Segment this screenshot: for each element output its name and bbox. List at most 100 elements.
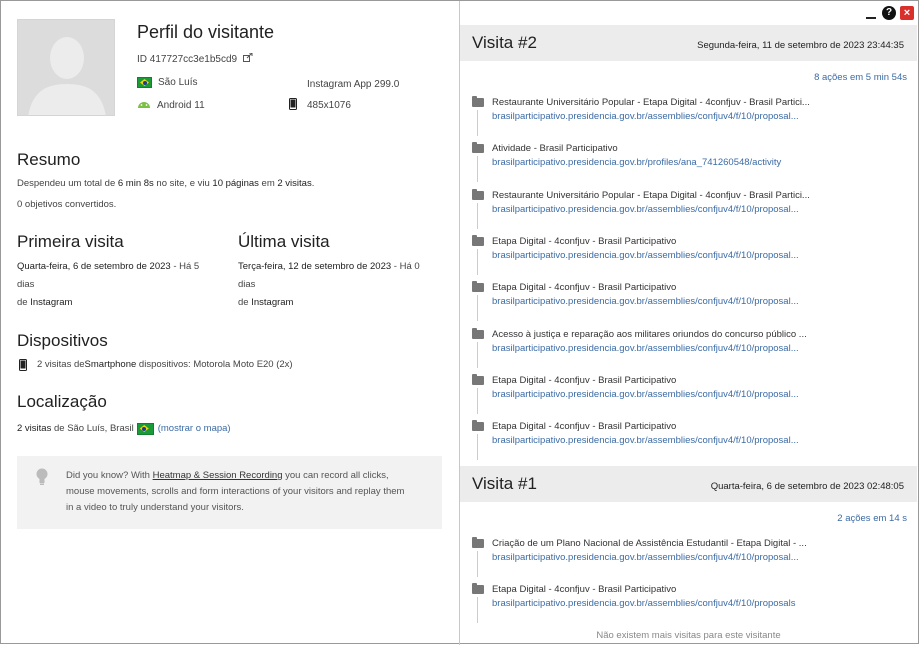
summary-end: . [311,178,315,189]
summary-pre: Despendeu um total de [17,178,118,189]
action-title: Etapa Digital - 4confjuv - Brasil Partic… [492,584,677,596]
visit-date: Segunda-feira, 11 de setembro de 2023 23… [697,40,904,51]
action-url[interactable]: brasilparticipativo.presidencia.gov.br/a… [492,250,799,261]
folder-icon [472,142,484,154]
devices-mid: dispositivos: [136,359,194,370]
folder-icon [472,327,484,339]
visit-actions-summary[interactable]: 8 ações em 5 min 54s [814,72,907,83]
visit-header: Visita #2 Segunda-feira, 11 de setembro d… [460,25,917,61]
avatar [17,19,115,116]
action-connector [477,202,478,229]
did-you-know-tip: Did you know? With Heatmap & Session Rec… [17,456,442,529]
person-silhouette-icon [18,20,114,115]
folder-icon [472,188,484,200]
folder-icon [472,281,484,293]
visitor-id-text: ID 417727cc3e1b5cd9 [137,54,238,65]
minimize-button[interactable] [864,6,878,20]
action-title: Criação de um Plano Nacional de Assistên… [492,538,807,549]
os-info: Android 11 [137,99,205,112]
action-title: Restaurante Universitário Popular - Etap… [492,189,810,201]
lightbulb-icon [36,468,48,491]
action-title: Etapa Digital - 4confjuv - Brasil Partic… [492,374,677,386]
action-url[interactable]: brasilparticipativo.presidencia.gov.br/a… [492,296,799,307]
visitor-id: ID 417727cc3e1b5cd9 [137,52,253,65]
close-button[interactable]: × [900,6,914,20]
visits-panel: Visita #2 Segunda-feira, 11 de setembro d… [460,1,919,645]
no-more-visits-text: Não existem mais visitas para este visit… [596,630,781,641]
smartphone-icon [289,98,297,113]
devices-model: Motorola Moto E20 (2x) [193,359,293,370]
heatmap-session-recording-link[interactable]: Heatmap & Session Recording [153,470,283,481]
summary-mid: no site, e viu [153,178,213,189]
action-connector [477,597,478,624]
location-info: São Luís [137,77,197,88]
tip-pre: Did you know? With [66,470,153,481]
first-visit-ago: - Há 5 [170,261,200,272]
profile-panel: Perfil do visitante ID 417727cc3e1b5cd9 … [1,1,460,645]
browser-info: Instagram App 299.0 [307,79,399,90]
city-label: São Luís [158,77,198,88]
summary-heading: Resumo [17,150,81,169]
action-url[interactable]: brasilparticipativo.presidencia.gov.br/a… [492,552,799,563]
resolution-info: 485x1076 [289,98,351,113]
summary-mid2: em [258,178,278,189]
action-title: Atividade - Brasil Participativo [492,143,618,155]
location-count: 2 visitas [17,423,52,434]
brazil-flag-icon [136,423,154,435]
last-visit-ago: - Há 0 [391,261,420,272]
folder-icon [472,583,484,595]
last-visit-date: Terça-feira, 12 de setembro de 2023 - Há… [238,258,448,294]
action-url[interactable]: brasilparticipativo.presidencia.gov.br/a… [492,343,799,354]
action-connector [477,434,478,461]
visit-title: Visita #1 [472,474,537,493]
first-visit-ago-unit: dias [17,279,35,290]
devices-text: 2 visitas de Smartphone dispositivos: Mo… [19,356,293,374]
location-place: São Luís, Brasil [67,423,134,434]
goals-text: 0 objetivos convertidos. [17,199,117,210]
first-visit-date-text: Quarta-feira, 6 de setembro de 2023 [17,261,171,272]
devices-count: 2 visitas de [37,359,85,370]
folder-icon [472,537,484,548]
action-url[interactable]: brasilparticipativo.presidencia.gov.br/a… [492,111,799,122]
action-url[interactable]: brasilparticipativo.presidencia.gov.br/a… [492,389,799,400]
visit-header: Visita #1 Quarta-feira, 6 de setembro de … [460,466,917,502]
smartphone-icon [19,359,27,371]
os-label: Android 11 [157,100,205,111]
visit-actions-summary[interactable]: 2 ações em 14 s [837,513,907,524]
visit-title: Visita #2 [472,33,537,52]
resolution-label: 485x1076 [307,100,351,111]
summary-visits: 2 visitas [277,178,312,189]
action-connector [477,551,478,577]
summary-text: Despendeu um total de 6 min 8s no site, … [17,175,314,193]
summary-time: 6 min 8s [117,178,154,189]
action-connector [477,156,478,183]
location-mid: de [51,423,68,434]
last-visit-ago-unit: dias [238,279,256,290]
folder-icon [472,96,484,107]
first-visit-source-pre: de [17,297,31,308]
action-connector [477,341,478,368]
visit-date: Quarta-feira, 6 de setembro de 2023 02:4… [710,481,904,492]
folder-icon [472,420,484,432]
action-connector [477,295,478,322]
visitor-profile-window: Perfil do visitante ID 417727cc3e1b5cd9 … [0,0,919,645]
folder-icon [472,234,484,246]
action-title: Etapa Digital - 4confjuv - Brasil Partic… [492,421,677,433]
action-url[interactable]: brasilparticipativo.presidencia.gov.br/a… [492,598,795,609]
browser-label: Instagram App 299.0 [307,79,400,90]
devices-type: Smartphone [84,359,137,370]
location-text: 2 visitas de São Luís, Brasil (mostrar o… [17,420,231,438]
show-map-link[interactable]: (mostrar o mapa) [158,420,231,438]
action-url[interactable]: brasilparticipativo.presidencia.gov.br/a… [492,204,799,215]
external-link-icon[interactable] [242,52,253,65]
action-title: Acesso à justiça e reparação aos militar… [492,328,807,340]
action-title: Etapa Digital - 4confjuv - Brasil Partic… [492,282,677,294]
action-url[interactable]: brasilparticipativo.presidencia.gov.br/p… [492,157,781,168]
action-url[interactable]: brasilparticipativo.presidencia.gov.br/a… [492,435,799,446]
page-title: Perfil do visitante [137,22,275,42]
action-connector [477,248,478,275]
last-visit-source: de Instagram [238,294,293,312]
android-icon [137,99,151,112]
first-visit-source: de Instagram [17,294,72,312]
help-button[interactable]: ? [882,6,896,20]
